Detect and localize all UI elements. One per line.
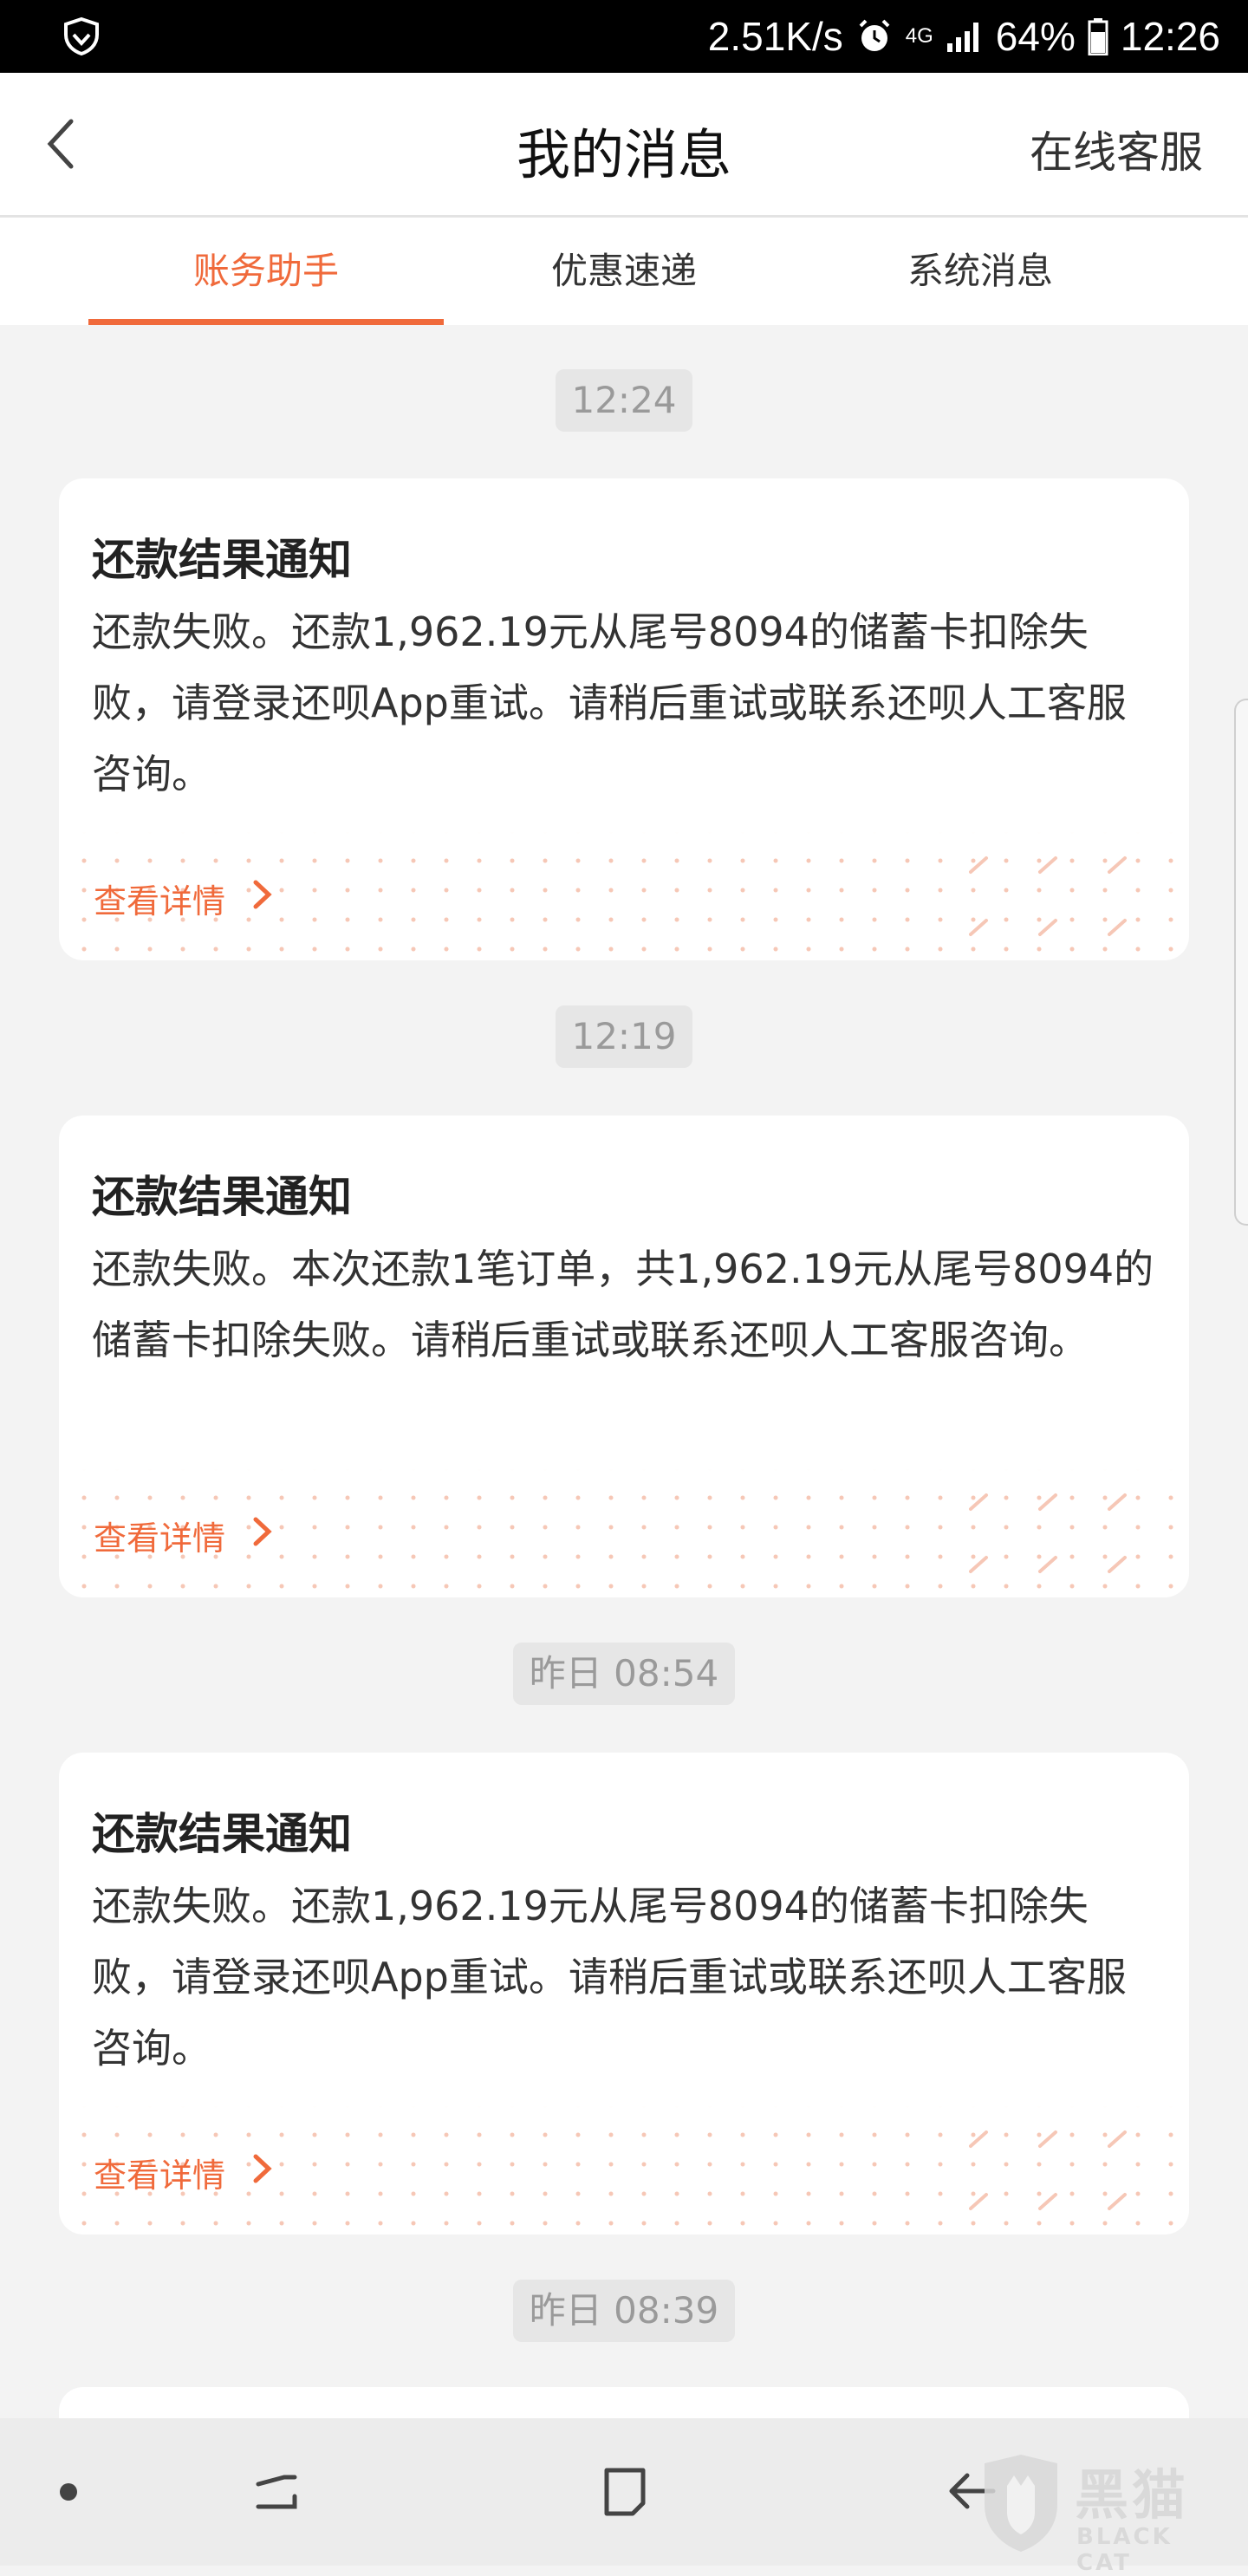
message-card[interactable]: 还款结果通知 还款失败。还款1,962.19元从尾号8094的储蓄卡扣除失败，请…	[59, 1753, 1189, 2234]
status-bar: 2.51K/s 4G 64% 12:26	[0, 0, 1248, 73]
chevron-right-icon	[251, 2153, 274, 2192]
tab-bar: 账务助手 优惠速递 系统消息	[0, 218, 1248, 325]
tab-promotions[interactable]: 优惠速递	[446, 218, 802, 325]
tab-system-messages[interactable]: 系统消息	[803, 218, 1158, 325]
alarm-icon	[855, 17, 894, 55]
dot-icon[interactable]	[38, 2462, 99, 2522]
home-icon[interactable]	[595, 2462, 655, 2522]
clock: 12:26	[1120, 14, 1220, 59]
message-body: 还款失败。本次还款1笔订单，共1,962.19元从尾号8094的储蓄卡扣除失败。…	[92, 1246, 1154, 1363]
battery-percent: 64%	[995, 14, 1076, 59]
message-time: 昨日 08:54	[513, 1643, 735, 1705]
message-title: 还款结果通知	[92, 535, 352, 585]
message-card[interactable]: 还款结果通知 还款失败。还款1,962.19元从尾号8094的储蓄卡扣除失败，请…	[59, 478, 1189, 960]
chevron-right-icon	[251, 879, 274, 918]
view-details-label: 查看详情	[94, 1519, 226, 1558]
online-service-link[interactable]: 在线客服	[1030, 118, 1203, 180]
decorative-slashes-icon	[969, 1493, 1127, 1573]
shield-icon	[61, 16, 102, 57]
tab-active-indicator	[88, 319, 444, 325]
decorative-slashes-icon	[969, 856, 1127, 936]
message-time: 12:24	[556, 369, 692, 432]
message-card-partial[interactable]	[59, 2387, 1189, 2422]
chevron-right-icon	[251, 1516, 274, 1555]
recents-icon[interactable]	[246, 2462, 307, 2522]
message-body: 还款失败。还款1,962.19元从尾号8094的储蓄卡扣除失败，请登录还呗App…	[92, 608, 1127, 797]
message-title: 还款结果通知	[92, 1809, 352, 1859]
message-time: 12:19	[556, 1005, 692, 1068]
battery-icon	[1088, 17, 1108, 55]
view-details-link[interactable]: 查看详情	[94, 1511, 274, 1559]
scroll-handle[interactable]	[1234, 699, 1248, 1226]
watermark-text-en: BLACK CAT	[1076, 2524, 1173, 2576]
black-cat-logo-icon	[985, 2455, 1057, 2552]
signal-icon	[946, 19, 984, 54]
view-details-link[interactable]: 查看详情	[94, 2148, 274, 2196]
message-card[interactable]: 还款结果通知 还款失败。本次还款1笔订单，共1,962.19元从尾号8094的储…	[59, 1116, 1189, 1597]
net-speed: 2.51K/s	[707, 14, 843, 59]
tab-billing-assistant[interactable]: 账务助手	[88, 218, 444, 325]
view-details-link[interactable]: 查看详情	[94, 874, 274, 922]
header: 我的消息 在线客服	[0, 73, 1248, 218]
decorative-slashes-icon	[969, 2130, 1127, 2210]
view-details-label: 查看详情	[94, 2156, 226, 2195]
view-details-label: 查看详情	[94, 881, 226, 920]
message-body: 还款失败。还款1,962.19元从尾号8094的储蓄卡扣除失败，请登录还呗App…	[92, 1883, 1127, 2072]
message-title: 还款结果通知	[92, 1172, 352, 1222]
watermark-text-cn: 黑猫	[1075, 2463, 1190, 2527]
network-type: 4G	[905, 24, 933, 48]
watermark: 黑猫 BLACK CAT	[978, 2451, 1238, 2576]
message-time: 昨日 08:39	[513, 2280, 735, 2342]
